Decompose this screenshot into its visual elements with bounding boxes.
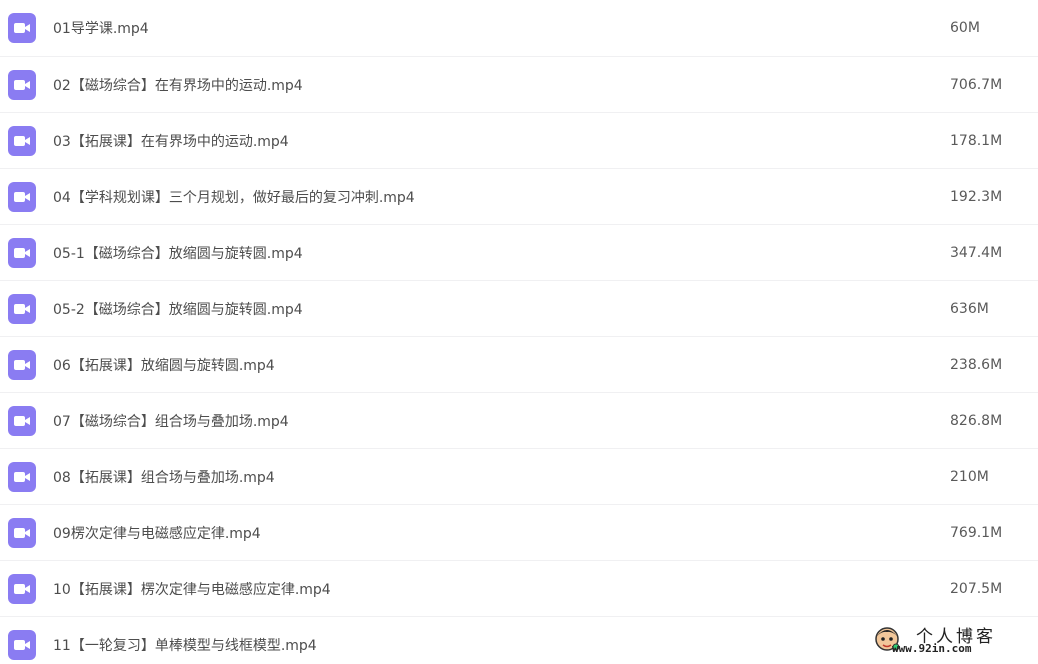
file-name[interactable]: 08【拓展课】组合场与叠加场.mp4 xyxy=(53,467,275,487)
video-file-icon xyxy=(8,461,36,492)
file-name[interactable]: 04【学科规划课】三个月规划，做好最后的复习冲刺.mp4 xyxy=(53,187,415,207)
video-file-icon xyxy=(8,125,36,156)
file-row[interactable]: 05-1【磁场综合】放缩圆与旋转圆.mp4 347.4M xyxy=(0,225,1038,281)
file-size: 706.7M xyxy=(950,76,1003,93)
file-size: 636M xyxy=(950,300,989,317)
file-row[interactable]: 10【拓展课】楞次定律与电磁感应定律.mp4 207.5M xyxy=(0,561,1038,617)
video-file-icon xyxy=(8,573,36,604)
file-size: 210M xyxy=(950,468,989,485)
video-file-icon xyxy=(8,517,36,548)
file-size: 238.6M xyxy=(950,356,1003,373)
file-size: 207.5M xyxy=(950,580,1003,597)
watermark: 个人博客 www.92in.com xyxy=(874,622,1024,658)
video-file-icon xyxy=(8,629,36,660)
file-name[interactable]: 02【磁场综合】在有界场中的运动.mp4 xyxy=(53,75,303,95)
file-name[interactable]: 05-1【磁场综合】放缩圆与旋转圆.mp4 xyxy=(53,243,303,263)
video-file-icon xyxy=(8,13,36,43)
file-name[interactable]: 01导学课.mp4 xyxy=(53,18,149,38)
file-row[interactable]: 06【拓展课】放缩圆与旋转圆.mp4 238.6M xyxy=(0,337,1038,393)
video-file-icon xyxy=(8,349,36,380)
file-row[interactable]: 08【拓展课】组合场与叠加场.mp4 210M xyxy=(0,449,1038,505)
file-row[interactable]: 07【磁场综合】组合场与叠加场.mp4 826.8M xyxy=(0,393,1038,449)
file-row[interactable]: 04【学科规划课】三个月规划，做好最后的复习冲刺.mp4 192.3M xyxy=(0,169,1038,225)
file-size: 192.3M xyxy=(950,188,1003,205)
video-file-icon xyxy=(8,181,36,212)
file-size: 60M xyxy=(950,20,980,36)
file-name[interactable]: 09楞次定律与电磁感应定律.mp4 xyxy=(53,523,261,543)
watermark-url: www.92in.com xyxy=(892,642,972,655)
file-name[interactable]: 03【拓展课】在有界场中的运动.mp4 xyxy=(53,131,289,151)
file-size: 178.1M xyxy=(950,132,1003,149)
file-row[interactable]: 02【磁场综合】在有界场中的运动.mp4 706.7M xyxy=(0,57,1038,113)
file-name[interactable]: 05-2【磁场综合】放缩圆与旋转圆.mp4 xyxy=(53,299,303,319)
video-file-icon xyxy=(8,405,36,436)
video-file-icon xyxy=(8,237,36,268)
file-name[interactable]: 11【一轮复习】单棒模型与线框模型.mp4 xyxy=(53,635,317,655)
file-list: 01导学课.mp4 60M 02【磁场综合】在有界场中的运动.mp4 706.7… xyxy=(0,0,1038,664)
file-row[interactable]: 05-2【磁场综合】放缩圆与旋转圆.mp4 636M xyxy=(0,281,1038,337)
file-size: 826.8M xyxy=(950,412,1003,429)
video-file-icon xyxy=(8,293,36,324)
file-name[interactable]: 07【磁场综合】组合场与叠加场.mp4 xyxy=(53,411,289,431)
video-file-icon xyxy=(8,69,36,100)
file-row[interactable]: 01导学课.mp4 60M xyxy=(0,0,1038,57)
file-size: 769.1M xyxy=(950,524,1003,541)
file-name[interactable]: 06【拓展课】放缩圆与旋转圆.mp4 xyxy=(53,355,275,375)
file-row[interactable]: 03【拓展课】在有界场中的运动.mp4 178.1M xyxy=(0,113,1038,169)
file-row[interactable]: 09楞次定律与电磁感应定律.mp4 769.1M xyxy=(0,505,1038,561)
file-size: 347.4M xyxy=(950,244,1003,261)
file-name[interactable]: 10【拓展课】楞次定律与电磁感应定律.mp4 xyxy=(53,579,331,599)
